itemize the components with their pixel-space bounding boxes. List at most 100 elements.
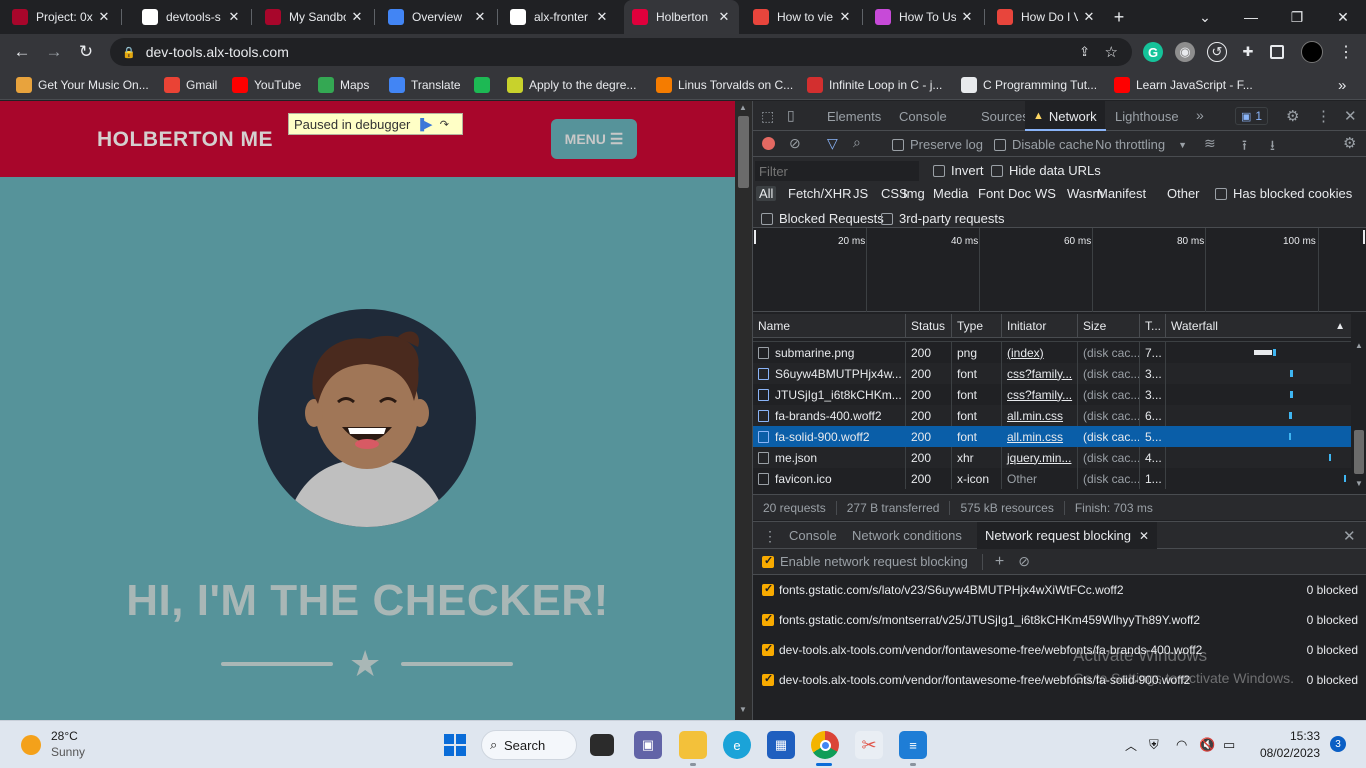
disable-cache-box[interactable] (994, 138, 1006, 151)
filter-type-media[interactable]: Media (933, 186, 968, 201)
extensions-puzzle-icon[interactable]: ✚ (1238, 42, 1258, 62)
import-har-icon[interactable]: ⭱ (1242, 135, 1247, 159)
menu-button[interactable]: MENU ☰ (551, 119, 637, 159)
weather-label[interactable]: Sunny (51, 745, 85, 759)
search-icon[interactable]: ⌕ (853, 134, 861, 151)
col-name[interactable]: Name (753, 314, 906, 338)
close-tab-icon[interactable]: ✕ (1082, 9, 1096, 25)
devtools-tab-console[interactable]: Console (895, 101, 951, 131)
export-har-icon[interactable]: ⭳ (1270, 135, 1275, 159)
table-scrollbar[interactable]: ▲ ▼ (1351, 338, 1366, 493)
bookmark-c-programming-tut[interactable]: C Programming Tut... (961, 76, 1097, 94)
cell-initiator[interactable]: (index) (1002, 342, 1078, 363)
close-tab-icon[interactable]: ✕ (960, 9, 974, 25)
table-row[interactable]: fa-solid-900.woff2 200 font all.min.css (dis… (753, 426, 1351, 447)
table-row[interactable]: me.json 200 xhr jquery.min... (disk cac... 4.… (753, 447, 1351, 468)
timeline-handle-right[interactable] (1363, 230, 1365, 244)
table-scrollbar-thumb[interactable] (1354, 430, 1364, 474)
clock-date[interactable]: 08/02/2023 (1250, 746, 1320, 760)
filter-type-img[interactable]: Img (903, 186, 925, 201)
cell-initiator[interactable]: css?family... (1002, 384, 1078, 405)
windows-start-icon[interactable] (441, 731, 469, 759)
tab-holberton[interactable]: Holberton ✕ (624, 0, 739, 34)
preserve-log-box[interactable] (892, 138, 904, 151)
wifi-icon[interactable]: ◠ (1176, 737, 1187, 753)
bookmark-get-your-music-on[interactable]: Get Your Music On... (16, 76, 149, 94)
bookmark-star-icon[interactable]: ☆ (1105, 43, 1118, 61)
tab-how-do-i-v[interactable]: How Do I V ✕ (989, 0, 1104, 34)
tab-how-to-vie[interactable]: How to vie ✕ (745, 0, 860, 34)
scroll-down-icon[interactable]: ▼ (739, 705, 747, 714)
scroll-down-icon[interactable]: ▼ (1355, 479, 1363, 488)
pattern-text[interactable]: fonts.gstatic.com/s/montserrat/v25/JTUSj… (779, 613, 1200, 627)
teams-chat-icon[interactable]: ▣ (634, 731, 662, 759)
devtools-tab-lighthouse[interactable]: Lighthouse (1111, 101, 1183, 131)
bookmark-gmail[interactable]: Gmail (164, 76, 217, 94)
settings-gear-icon[interactable]: ⚙ (1286, 107, 1299, 125)
file-explorer-icon[interactable] (679, 731, 707, 759)
pattern-checkbox[interactable] (762, 642, 774, 656)
more-tabs-icon[interactable]: » (1196, 107, 1204, 123)
pattern-text[interactable]: fonts.gstatic.com/s/lato/v23/S6uyw4BMUTP… (779, 583, 1124, 597)
col-status[interactable]: Status (906, 314, 952, 338)
device-toolbar-icon[interactable]: ▯ (787, 107, 795, 124)
filter-input[interactable] (755, 161, 919, 181)
cell-initiator[interactable]: css?family... (1002, 363, 1078, 384)
profile-avatar[interactable] (1301, 41, 1323, 63)
close-tab-icon[interactable]: ✕ (350, 9, 364, 25)
close-tab-icon[interactable]: ✕ (97, 9, 111, 25)
blocked-pattern-row[interactable]: fonts.gstatic.com/s/montserrat/v25/JTUSj… (753, 605, 1366, 635)
step-over-icon[interactable]: ↷ (436, 117, 452, 131)
notification-badge[interactable]: 3 (1330, 736, 1346, 752)
cell-initiator[interactable]: all.min.css (1002, 426, 1078, 447)
edge-icon[interactable]: e (723, 731, 751, 759)
filter-type-doc[interactable]: Doc (1008, 186, 1031, 201)
pattern-checkbox[interactable] (762, 672, 774, 686)
drawer-menu-icon[interactable]: ⋮ (763, 528, 777, 545)
table-row[interactable]: S6uyw4BMUTPHjx4w... 200 font css?family...(… (753, 363, 1351, 384)
col-type[interactable]: Type (952, 314, 1002, 338)
weather-temp[interactable]: 28°C (51, 729, 78, 743)
more-bookmarks-icon[interactable]: » (1338, 76, 1346, 94)
third-party-box[interactable] (881, 212, 893, 225)
close-tab-icon[interactable]: ✕ (595, 9, 609, 25)
minimize-icon[interactable]: — (1228, 0, 1274, 34)
devtools-tab-network[interactable]: ▲ Network (1025, 101, 1105, 131)
blocked-requests-box[interactable] (761, 212, 773, 225)
pattern-checkbox[interactable] (762, 612, 774, 626)
side-panel-icon[interactable] (1270, 45, 1284, 59)
blocked-requests-checkbox[interactable]: Blocked Requests (761, 211, 884, 226)
network-conditions-icon[interactable]: ≋ (1204, 135, 1216, 152)
filter-type-all[interactable]: All (756, 186, 777, 201)
issues-counter[interactable]: ▣ 1 (1235, 107, 1269, 125)
network-overview-timeline[interactable]: 20 ms 40 ms 60 ms 80 ms 100 ms (753, 228, 1366, 312)
tab-search-icon[interactable]: ⌄ (1182, 0, 1228, 34)
cell-initiator[interactable]: Other (1002, 468, 1078, 489)
more-menu-icon[interactable]: ⋮ (1336, 42, 1356, 62)
bookmark-spotify-icon[interactable] (474, 76, 496, 94)
cell-initiator[interactable]: jquery.min... (1002, 447, 1078, 468)
hide-data-urls-checkbox[interactable]: Hide data URLs (991, 163, 1101, 178)
tab-devtools-s[interactable]: devtools-s ✕ (134, 0, 249, 34)
disable-cache-checkbox[interactable]: Disable cache (994, 137, 1094, 152)
table-row[interactable]: fa-brands-400.woff2 200 font all.min.css (di… (753, 405, 1351, 426)
devtools-tab-elements[interactable]: Elements (823, 101, 885, 131)
close-devtools-icon[interactable]: ✕ (1344, 107, 1357, 125)
blocked-pattern-row[interactable]: fonts.gstatic.com/s/lato/v23/S6uyw4BMUTP… (753, 575, 1366, 605)
bookmark-youtube[interactable]: YouTube (232, 76, 301, 94)
third-party-checkbox[interactable]: 3rd-party requests (881, 211, 1005, 226)
invert-checkbox[interactable]: Invert (933, 163, 984, 178)
bookmark-learn-javascript-f[interactable]: Learn JavaScript - F... (1114, 76, 1253, 94)
weather-sun-icon[interactable] (21, 735, 41, 755)
forward-icon[interactable]: → (40, 38, 68, 66)
timeline-handle-left[interactable] (754, 230, 756, 244)
bookmark-translate[interactable]: Translate (389, 76, 461, 94)
scroll-up-icon[interactable]: ▲ (1355, 341, 1363, 350)
has-blocked-cookies-box[interactable] (1215, 187, 1227, 200)
hide-data-urls-box[interactable] (991, 164, 1003, 177)
tab-alx-fronter[interactable]: alx-fronter ✕ (502, 0, 617, 34)
filter-icon[interactable]: ▽ (827, 135, 838, 152)
tab-project-0x0[interactable]: Project: 0x0 ✕ (4, 0, 119, 34)
col-time[interactable]: T... (1140, 314, 1166, 338)
drawer-tab-console[interactable]: Console (789, 522, 837, 549)
